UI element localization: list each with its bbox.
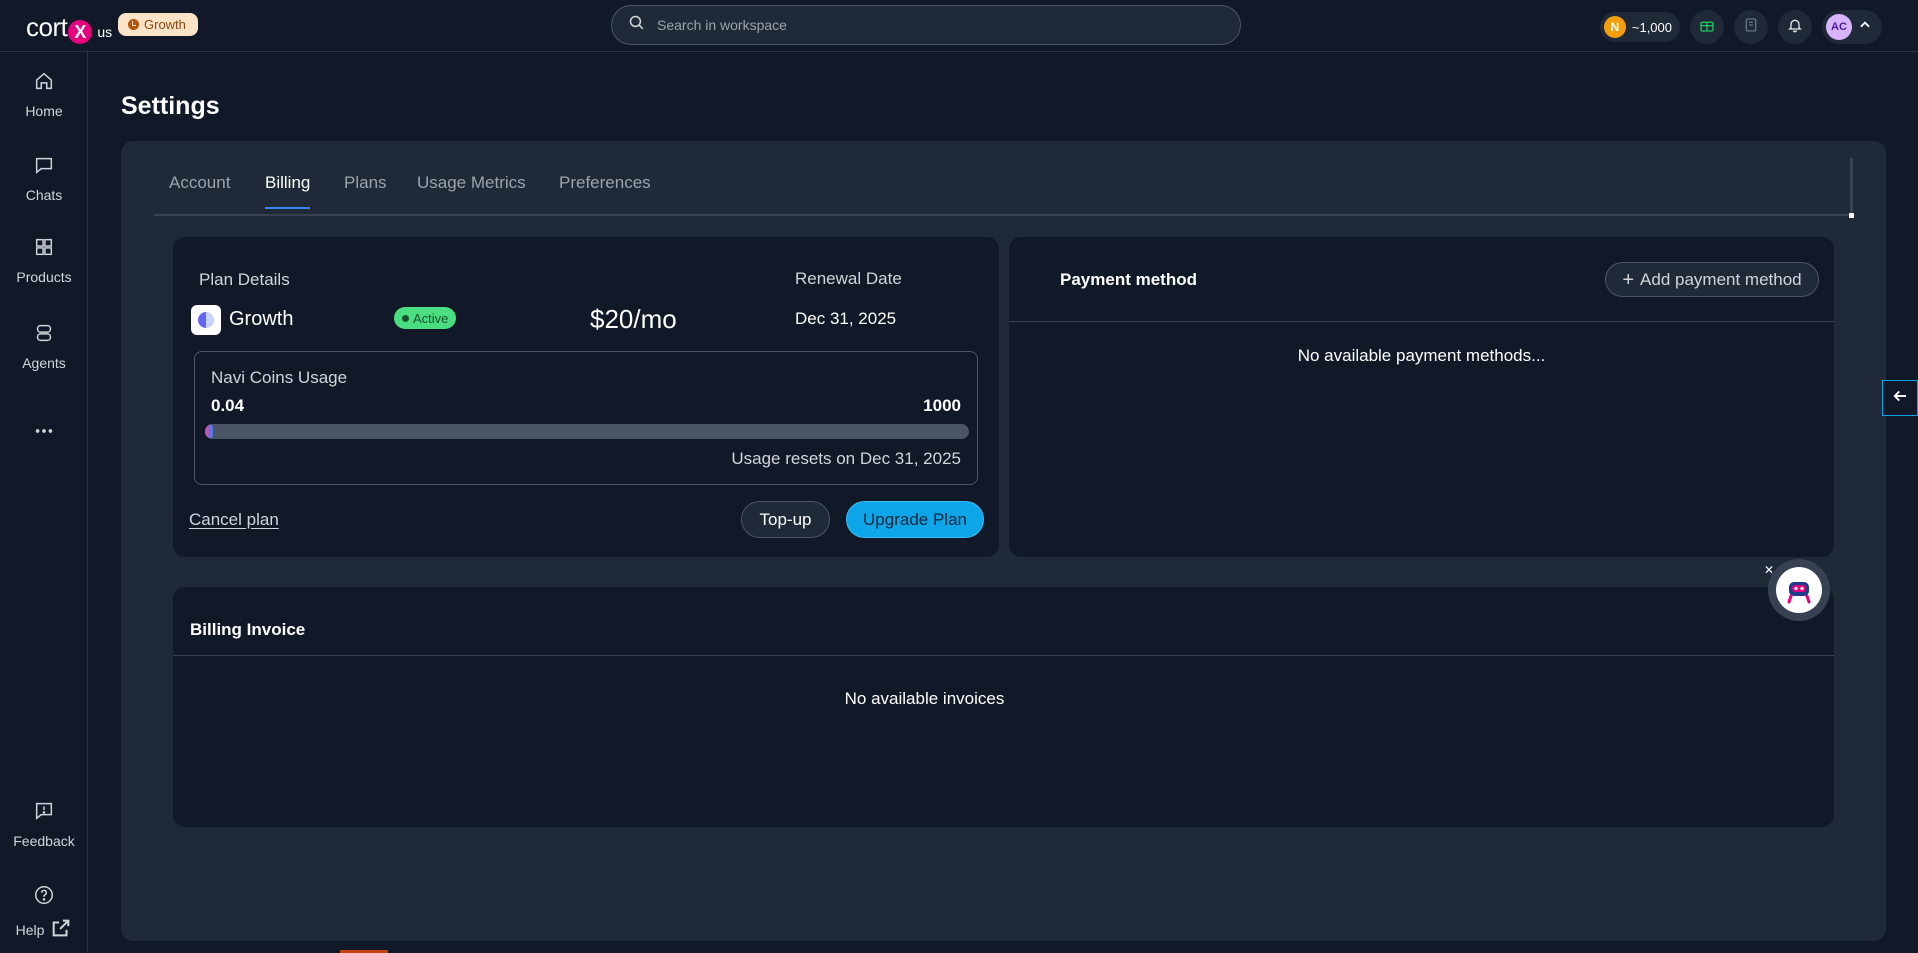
billing-invoice-title: Billing Invoice xyxy=(190,620,306,639)
plan-badge-icon xyxy=(128,19,139,30)
add-payment-method-label: Add payment method xyxy=(1640,269,1802,289)
help-icon xyxy=(33,884,55,909)
tab-preferences[interactable]: Preferences xyxy=(559,173,651,207)
search-icon xyxy=(628,14,645,36)
gift-icon xyxy=(1699,17,1715,38)
payment-divider xyxy=(1009,321,1834,322)
settings-tabs: Account Billing Plans Usage Metrics Pref… xyxy=(154,158,1854,218)
invoice-divider xyxy=(173,655,1834,656)
close-icon[interactable]: ✕ xyxy=(1764,563,1774,577)
plus-icon: + xyxy=(1622,268,1635,291)
help-label-row: Help xyxy=(16,917,73,942)
usage-progress-fill xyxy=(205,424,213,439)
sidebar-item-label: Help xyxy=(15,921,45,938)
documents-button[interactable] xyxy=(1734,10,1768,44)
renewal-date: Dec 31, 2025 xyxy=(795,309,897,328)
search-bar[interactable] xyxy=(611,5,1241,45)
sidebar-item-label: Agents xyxy=(22,355,66,371)
sidebar-item-label: Chats xyxy=(25,187,63,203)
tab-billing[interactable]: Billing xyxy=(265,173,311,209)
usage-title: Navi Coins Usage xyxy=(211,368,348,387)
billing-invoice-card: Billing Invoice No available invoices xyxy=(173,587,1834,827)
logo-text: cort xyxy=(26,12,68,42)
products-icon xyxy=(33,236,55,261)
robot-icon xyxy=(1776,567,1822,613)
more-icon xyxy=(33,420,55,445)
top-bar: cort X us Growth N ~1,000 xyxy=(0,0,1918,52)
external-link-icon xyxy=(50,917,72,942)
feedback-icon xyxy=(33,800,55,825)
coin-balance-value: ~1,000 xyxy=(1631,19,1672,35)
logo[interactable]: cort X us xyxy=(26,10,113,44)
sidebar-item-label: Home xyxy=(25,103,63,119)
coin-balance[interactable]: N ~1,000 xyxy=(1599,12,1680,42)
status-badge: Active xyxy=(394,307,457,329)
agent-icon xyxy=(33,322,55,347)
notifications-button[interactable] xyxy=(1778,10,1812,44)
top-right-actions: N ~1,000 AC xyxy=(1599,10,1882,44)
add-payment-method-button[interactable]: + Add payment method xyxy=(1605,262,1819,297)
upgrade-plan-button[interactable]: Upgrade Plan xyxy=(846,501,984,538)
usage-reset-text: Usage resets on Dec 31, 2025 xyxy=(731,449,961,468)
sidebar-item-label: Feedback xyxy=(13,833,75,849)
sidebar-item-feedback[interactable]: Feedback xyxy=(0,800,88,849)
status-dot-icon xyxy=(402,314,409,322)
tabs-scrollbar[interactable] xyxy=(1849,158,1854,218)
plan-details-label: Plan Details xyxy=(199,270,290,289)
sidebar-item-products[interactable]: Products xyxy=(0,236,88,285)
arrow-left-icon xyxy=(1891,387,1909,410)
cancel-plan-link[interactable]: Cancel plan xyxy=(189,510,279,530)
logo-suffix: us xyxy=(97,24,113,40)
plan-badge-label: Growth xyxy=(144,17,186,32)
plan-price: $20/mo xyxy=(590,304,677,334)
status-badge-label: Active xyxy=(413,310,449,326)
plan-card: Plan Details Renewal Date Growth Active … xyxy=(173,237,999,557)
account-menu[interactable]: AC xyxy=(1822,10,1882,44)
sidebar-item-chats[interactable]: Chats xyxy=(0,154,88,203)
tab-plans[interactable]: Plans xyxy=(344,173,387,207)
tab-usage-metrics[interactable]: Usage Metrics xyxy=(417,173,526,207)
gift-button[interactable] xyxy=(1690,10,1724,44)
renewal-date-label: Renewal Date xyxy=(795,269,902,288)
tab-account[interactable]: Account xyxy=(169,173,230,207)
coins-usage-box: Navi Coins Usage 0.04 1000 Usage resets … xyxy=(194,351,978,485)
sidebar-item-help[interactable]: Help xyxy=(0,884,88,942)
avatar: AC xyxy=(1826,14,1852,40)
usage-used: 0.04 xyxy=(211,396,245,415)
plan-name: Growth xyxy=(229,308,294,330)
sidebar-item-home[interactable]: Home xyxy=(0,70,88,119)
collapse-panel-button[interactable] xyxy=(1882,380,1918,416)
payment-method-card: Payment method + Add payment method No a… xyxy=(1009,237,1834,557)
document-icon xyxy=(1743,17,1759,38)
page-title: Settings xyxy=(121,92,220,120)
invoice-empty-text: No available invoices xyxy=(844,689,1005,708)
chevron-up-icon xyxy=(1858,18,1872,37)
logo-x-icon: X xyxy=(68,20,93,44)
payment-empty-text: No available payment methods... xyxy=(1297,346,1546,365)
coin-icon: N xyxy=(1603,16,1626,38)
top-up-button[interactable]: Top-up xyxy=(741,501,830,538)
plan-badge[interactable]: Growth xyxy=(118,13,198,36)
payment-method-title: Payment method xyxy=(1060,270,1197,289)
plan-logo-icon xyxy=(191,305,221,335)
assistant-bot-button[interactable] xyxy=(1768,559,1830,621)
search-input[interactable] xyxy=(657,17,1217,33)
chat-icon xyxy=(33,154,55,179)
sidebar-item-agents[interactable]: Agents xyxy=(0,322,88,371)
bell-icon xyxy=(1787,17,1803,38)
usage-limit: 1000 xyxy=(923,396,961,415)
home-icon xyxy=(33,70,55,95)
sidebar-more-button[interactable] xyxy=(0,420,88,445)
sidebar: Home Chats Products Agents Feedback Help xyxy=(0,52,88,953)
usage-progress-bar xyxy=(205,424,969,439)
sidebar-item-label: Products xyxy=(16,269,72,285)
